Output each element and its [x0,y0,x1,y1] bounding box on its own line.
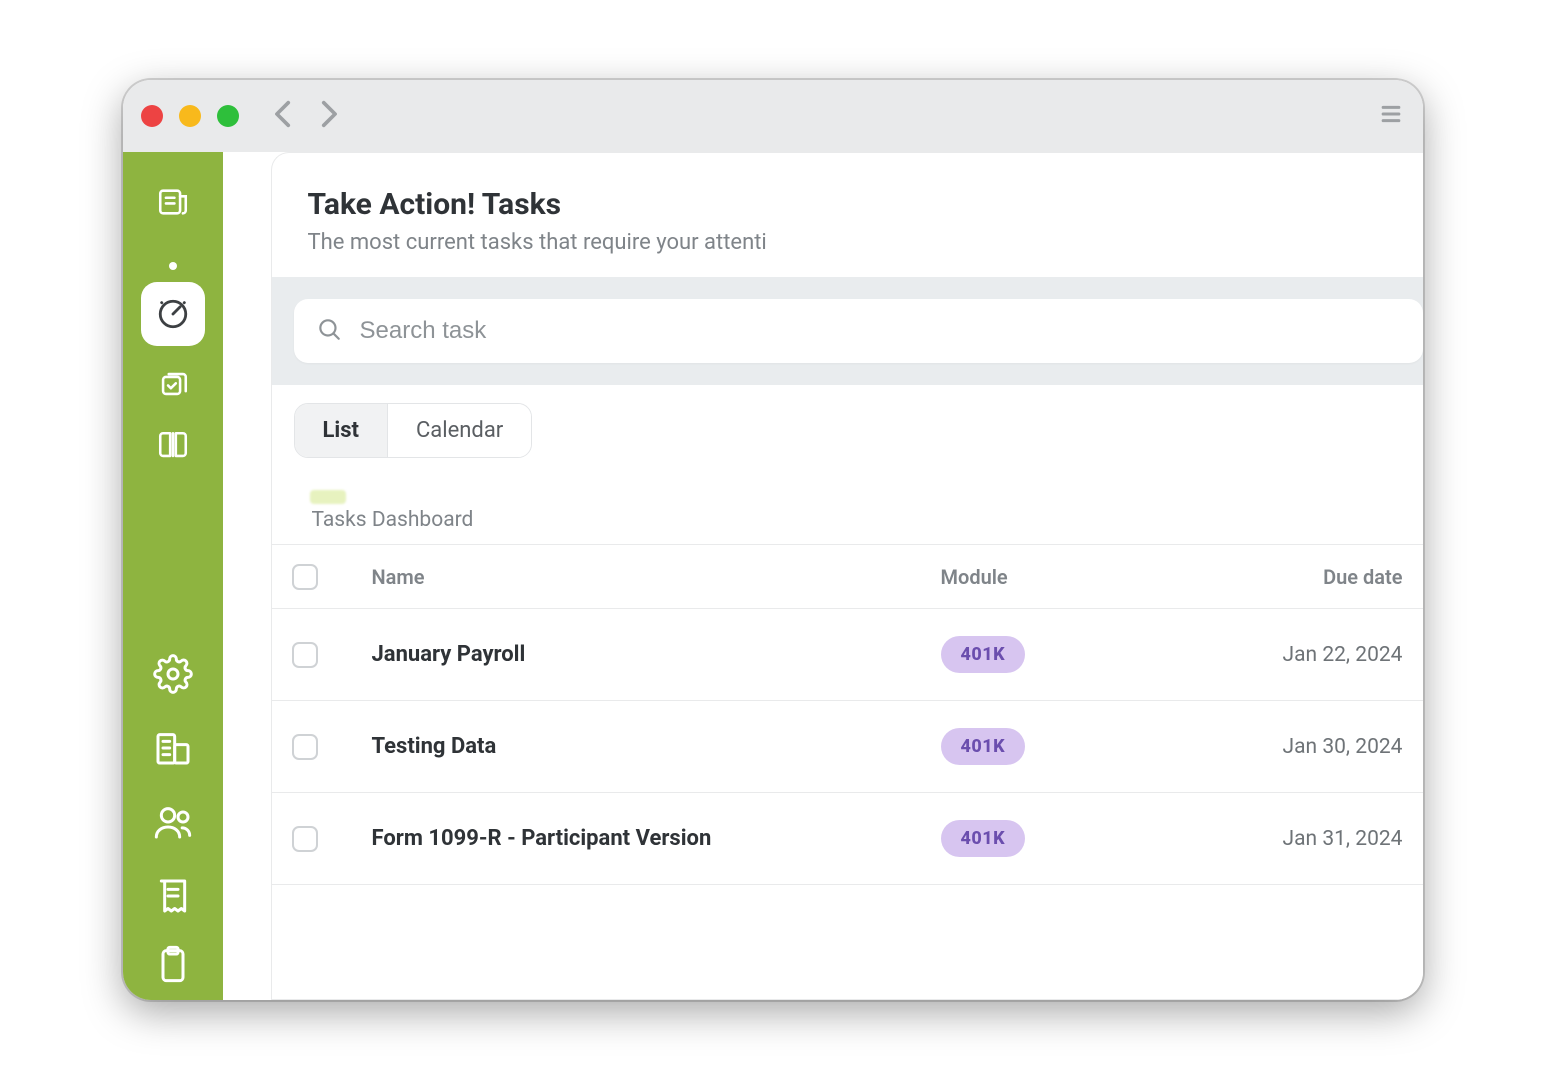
table-row[interactable]: January Payroll 401K Jan 22, 2024 [272,609,1423,701]
sidebar-item-dashboard-active[interactable] [141,282,205,346]
row-checkbox[interactable] [292,826,318,852]
table-header-row: Name Module Due date [272,545,1423,609]
column-header-name[interactable]: Name [372,565,941,589]
module-badge: 401K [941,820,1026,857]
tasks-panel: Take Action! Tasks The most current task… [271,152,1423,1000]
sidebar-item-users[interactable] [153,802,193,842]
search-icon [316,316,360,346]
sidebar-item-company[interactable] [153,728,193,768]
tasks-table: Name Module Due date January Payroll 401… [272,544,1423,885]
row-checkbox[interactable] [292,642,318,668]
task-due-date: Jan 30, 2024 [1201,735,1421,759]
sidebar-indicator-dot [169,262,177,270]
minimize-window-button[interactable] [179,105,201,127]
module-badge: 401K [941,636,1026,673]
task-name: Testing Data [372,734,941,759]
section-label: Tasks Dashboard [272,458,1423,544]
page-subtitle: The most current tasks that require your… [308,230,1387,255]
back-button[interactable] [267,97,301,135]
tab-calendar[interactable]: Calendar [387,404,531,457]
menu-button[interactable] [1377,100,1405,132]
window-titlebar [123,80,1423,152]
sidebar-item-billing[interactable] [153,876,193,916]
row-checkbox[interactable] [292,734,318,760]
close-window-button[interactable] [141,105,163,127]
sidebar-item-library[interactable] [153,426,193,466]
app-body: Take Action! Tasks The most current task… [123,152,1423,1000]
module-badge: 401K [941,728,1026,765]
sidebar-item-clipboard[interactable] [153,944,193,984]
view-tabs: List Calendar [272,385,1423,458]
sidebar [123,152,223,1000]
panel-header: Take Action! Tasks The most current task… [272,187,1423,277]
sidebar-item-settings[interactable] [153,654,193,694]
table-row[interactable]: Form 1099-R - Participant Version 401K J… [272,793,1423,885]
page-title: Take Action! Tasks [308,187,1387,222]
window-controls [141,105,239,127]
column-header-due[interactable]: Due date [1201,565,1421,589]
tab-list[interactable]: List [295,404,387,457]
nav-arrows [267,97,345,135]
sidebar-item-news[interactable] [153,182,193,222]
column-header-module[interactable]: Module [941,565,1201,589]
zoom-window-button[interactable] [217,105,239,127]
select-all-checkbox[interactable] [292,564,318,590]
sidebar-item-checklist[interactable] [153,364,193,404]
task-name: Form 1099-R - Participant Version [372,826,941,851]
app-window: Take Action! Tasks The most current task… [123,80,1423,1000]
search-box[interactable] [294,299,1423,363]
search-band [272,277,1423,385]
table-row[interactable]: Testing Data 401K Jan 30, 2024 [272,701,1423,793]
forward-button[interactable] [311,97,345,135]
task-due-date: Jan 22, 2024 [1201,643,1421,667]
task-name: January Payroll [372,642,941,667]
main-content: Take Action! Tasks The most current task… [223,152,1423,1000]
task-due-date: Jan 31, 2024 [1201,827,1421,851]
search-input[interactable] [360,317,1401,345]
